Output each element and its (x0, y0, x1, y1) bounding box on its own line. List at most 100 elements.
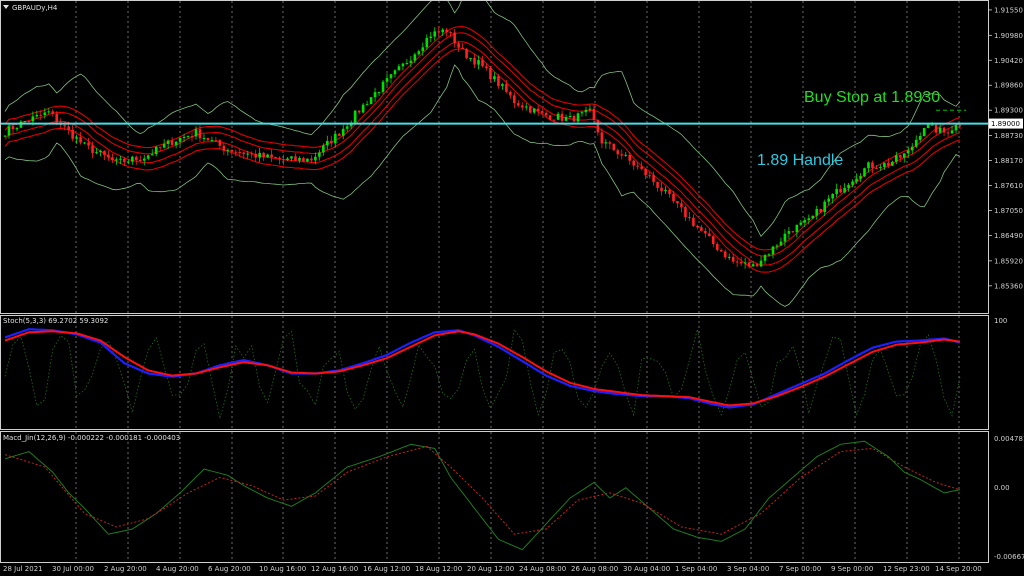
time-tick-label: 26 Aug 08:00 (571, 565, 618, 573)
price-tick-label: 1.90420 (994, 57, 1023, 65)
bull-candle (381, 80, 385, 95)
bear-candle (942, 126, 946, 137)
bull-candle (341, 124, 345, 140)
bear-candle (270, 149, 273, 163)
bull-candle (361, 102, 365, 114)
bull-candle (576, 112, 580, 124)
bull-candle (922, 127, 926, 137)
macd-pane (4, 440, 961, 551)
bull-candle (369, 96, 373, 105)
bear-candle (620, 149, 624, 160)
bull-candle (469, 57, 472, 62)
bull-candle (83, 142, 86, 145)
bull-candle (910, 143, 914, 154)
bear-candle (899, 154, 902, 163)
time-tick-label: 20 Aug 12:00 (467, 565, 514, 573)
bull-candle (891, 160, 894, 167)
bull-candle (727, 253, 731, 260)
bear-candle (723, 249, 727, 260)
bull-candle (532, 108, 536, 115)
price-tick-label: 1.89860 (994, 82, 1023, 90)
bull-candle (210, 136, 214, 142)
bear-candle (839, 185, 842, 194)
bull-candle (429, 31, 433, 43)
price-tick-label: 1.86490 (994, 232, 1023, 240)
bull-candle (564, 114, 568, 122)
bull-candle (174, 141, 178, 149)
bear-candle (497, 74, 500, 89)
pane-frames (0, 0, 989, 563)
bull-candle (401, 62, 405, 71)
bull-candle (333, 130, 337, 148)
buy-stop-annotation: Buy Stop at 1.8930 (804, 89, 940, 106)
bear-candle (107, 150, 110, 161)
bull-candle (326, 135, 329, 150)
bull-candle (377, 91, 381, 97)
bear-candle (222, 142, 226, 156)
bull-candle (584, 106, 588, 117)
bull-candle (787, 227, 791, 239)
chart-menu-triangle-icon[interactable] (3, 5, 9, 9)
time-tick-label: 30 Aug 04:00 (623, 565, 670, 573)
chart-canvas[interactable]: 1.91550 1.90980 1.90420 1.89860 1.89300 1.887… (0, 0, 1024, 576)
pane-frame-3 (0, 431, 989, 563)
bear-candle (234, 149, 238, 157)
time-tick-label: 30 Jul 00:00 (52, 565, 94, 573)
bear-candle (294, 153, 297, 162)
bull-candle (779, 237, 783, 246)
price-tick-label: 1.85920 (994, 257, 1023, 265)
time-tick-label: 4 Aug 20:00 (156, 565, 199, 573)
bear-candle (608, 140, 612, 150)
time-tick-label: 12 Aug 16:00 (311, 565, 358, 573)
bull-candle (843, 183, 846, 194)
bear-candle (79, 132, 82, 145)
bull-candle (859, 173, 862, 183)
bull-candle (3, 135, 7, 138)
bear-candle (437, 26, 441, 36)
bear-candle (481, 55, 484, 68)
bear-candle (528, 105, 532, 114)
bear-candle (282, 154, 285, 166)
bear-candle (731, 253, 735, 264)
time-tick-label: 28 Jul 2021 (3, 565, 43, 573)
bear-candle (680, 199, 683, 213)
bull-candle (795, 224, 799, 238)
bear-candle (676, 200, 679, 208)
bull-candle (150, 149, 154, 156)
bull-candle (815, 205, 819, 220)
bear-candle (71, 124, 74, 142)
bull-candle (926, 124, 930, 129)
bull-candle (771, 245, 775, 259)
bear-candle (509, 90, 512, 99)
price-tick-label: 1.87610 (994, 182, 1023, 190)
time-tick-label: 9 Sep 00:00 (831, 565, 873, 573)
bear-candle (612, 143, 616, 151)
time-tick-label: 12 Sep 23:00 (883, 565, 930, 573)
bull-candle (405, 58, 409, 65)
bull-candle (501, 82, 504, 90)
bear-candle (632, 159, 636, 170)
price-tick-label: 1.85360 (994, 282, 1023, 290)
bull-candle (306, 158, 309, 162)
time-tick-label: 24 Aug 08:00 (519, 565, 566, 573)
stochastic-label: Stoch(5,3,3) 69.2702 59.3092 (3, 317, 108, 325)
stochastic-pane (4, 328, 961, 419)
bear-candle (218, 139, 222, 150)
bear-candle (536, 105, 540, 116)
bear-candle (103, 150, 106, 160)
bollinger-upper (4, 0, 961, 237)
price-tick-label: 1.89300 (994, 107, 1023, 115)
bear-candle (337, 132, 341, 137)
time-tick-label: 16 Aug 12:00 (363, 565, 410, 573)
bear-candle (520, 102, 524, 111)
time-tick-label: 10 Aug 16:00 (259, 565, 306, 573)
bull-candle (664, 186, 667, 195)
bear-candle (274, 156, 277, 159)
bull-candle (863, 167, 866, 178)
time-axis: 28 Jul 2021 30 Jul 00:00 2 Aug 20:00 4 Aug … (3, 565, 982, 573)
bull-candle (131, 155, 134, 165)
price-axes: 1.91550 1.90980 1.90420 1.89860 1.89300 1.887… (988, 6, 1024, 561)
bull-candle (914, 135, 918, 149)
bear-candle (704, 227, 707, 238)
bull-candle (258, 147, 261, 163)
